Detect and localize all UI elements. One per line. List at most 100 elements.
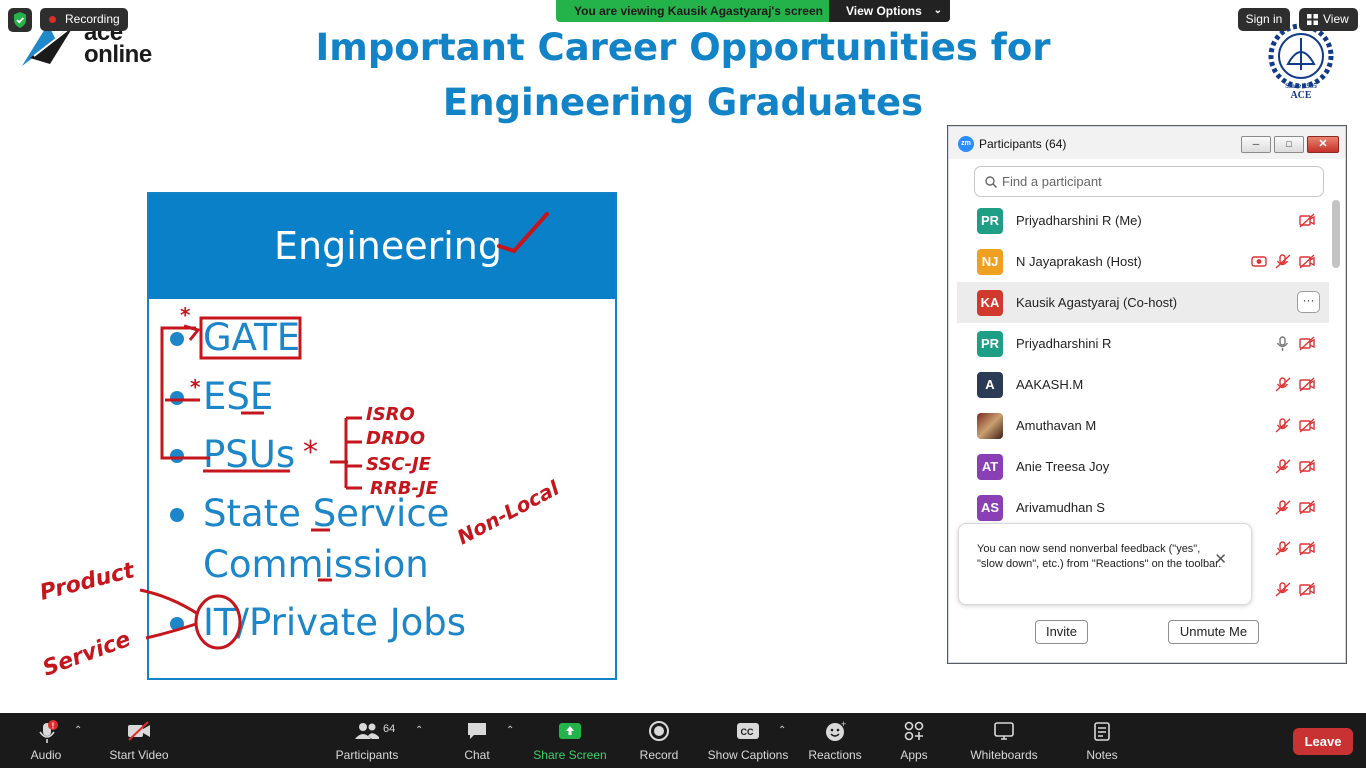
- video-off-icon[interactable]: [1298, 458, 1316, 475]
- bullet-dot: [170, 508, 184, 522]
- video-off-icon[interactable]: [1298, 212, 1316, 229]
- more-options-button[interactable]: ···: [1297, 291, 1320, 313]
- grid-view-icon: [1307, 14, 1318, 25]
- mic-muted-icon[interactable]: [1274, 253, 1292, 270]
- audio-button[interactable]: ! Audio: [22, 713, 70, 768]
- participant-row[interactable]: KA Kausik Agastyaraj (Co-host) ···: [957, 282, 1329, 323]
- share-screen-status-icon: [1251, 256, 1267, 267]
- participant-row[interactable]: NJ N Jayaprakash (Host): [957, 241, 1329, 282]
- whiteboard-icon: [994, 722, 1014, 740]
- panel-titlebar[interactable]: zm Participants (64) ─ □ ✕: [949, 127, 1345, 159]
- seal-abbr: ACE: [1290, 90, 1312, 101]
- record-button[interactable]: Record: [636, 713, 682, 768]
- meeting-toolbar: ! Audio ⌃ Start Video 64 Participants ⌃: [0, 713, 1366, 768]
- find-participant-input[interactable]: Find a participant: [974, 166, 1324, 197]
- participant-row[interactable]: Amuthavan M: [957, 405, 1329, 446]
- slide-title-line1: Important Career Opportunities for: [315, 26, 1051, 69]
- avatar: KA: [977, 290, 1003, 316]
- mic-icon[interactable]: [1274, 335, 1292, 352]
- notes-icon: [1094, 722, 1110, 741]
- avatar: AS: [977, 495, 1003, 521]
- record-icon: [649, 721, 669, 741]
- unmute-me-button[interactable]: Unmute Me: [1168, 620, 1259, 644]
- apps-label: Apps: [900, 748, 928, 762]
- bullet-ese: ESE: [170, 375, 274, 419]
- participant-row[interactable]: AT Anie Treesa Joy: [957, 446, 1329, 487]
- security-shield[interactable]: [8, 8, 32, 32]
- sign-in-button[interactable]: Sign in: [1238, 8, 1290, 31]
- record-label: Record: [639, 748, 679, 762]
- notes-button[interactable]: Notes: [1080, 713, 1124, 768]
- share-screen-button[interactable]: Share Screen: [532, 713, 608, 768]
- zoom-logo-icon: zm: [958, 136, 974, 152]
- participant-row[interactable]: PR Priyadharshini R: [957, 323, 1329, 364]
- search-placeholder: Find a participant: [1002, 174, 1102, 189]
- avatar: PR: [977, 331, 1003, 357]
- mic-muted-icon[interactable]: [1274, 458, 1292, 475]
- show-captions-button[interactable]: CC Show Captions: [706, 713, 790, 768]
- mic-muted-icon[interactable]: [1274, 581, 1292, 598]
- video-off-icon[interactable]: [1298, 376, 1316, 393]
- view-button[interactable]: View: [1299, 8, 1358, 31]
- tooltip-close-icon[interactable]: ✕: [1214, 552, 1227, 567]
- participant-name: Amuthavan M: [1016, 418, 1097, 433]
- chat-caret-icon[interactable]: ⌃: [506, 725, 514, 736]
- mic-muted-icon[interactable]: [1274, 540, 1292, 557]
- bullet-it-private: IT/Private Jobs: [170, 601, 466, 645]
- video-off-icon: [128, 721, 150, 741]
- participants-icon: [355, 723, 379, 739]
- share-screen-icon: [559, 723, 581, 739]
- participants-caret-icon[interactable]: ⌃: [415, 725, 423, 736]
- video-off-icon[interactable]: [1298, 253, 1316, 270]
- participant-name: Priyadharshini R (Me): [1016, 213, 1142, 228]
- seal-year: Since 1995: [1285, 82, 1317, 90]
- reactions-button[interactable]: + Reactions: [806, 713, 864, 768]
- participant-row[interactable]: AS Arivamudhan S: [957, 487, 1329, 528]
- video-off-icon[interactable]: [1298, 581, 1316, 598]
- avatar-photo: [977, 413, 1003, 439]
- video-off-icon[interactable]: [1298, 335, 1316, 352]
- captions-caret-icon[interactable]: ⌃: [778, 725, 786, 736]
- shield-check-icon: [14, 12, 26, 28]
- slide-title: Important Career Opportunities for Engin…: [300, 20, 1066, 130]
- participants-count: 64: [383, 723, 396, 735]
- scrollbar-thumb[interactable]: [1332, 200, 1340, 268]
- avatar: NJ: [977, 249, 1003, 275]
- participant-row[interactable]: PR Priyadharshini R (Me): [957, 200, 1329, 241]
- search-icon: [985, 176, 997, 188]
- invite-button[interactable]: Invite: [1035, 620, 1088, 644]
- participant-row[interactable]: A AAKASH.M: [957, 364, 1329, 405]
- participant-name: Anie Treesa Joy: [1016, 459, 1110, 474]
- bullet-dot: [170, 449, 184, 463]
- maximize-button[interactable]: □: [1274, 136, 1304, 153]
- bullet-text: ESE: [203, 375, 274, 418]
- mic-muted-icon[interactable]: [1274, 417, 1292, 434]
- start-video-button[interactable]: Start Video: [104, 713, 174, 768]
- close-button[interactable]: ✕: [1307, 136, 1339, 153]
- bullet-gate: GATE: [170, 316, 300, 360]
- leave-button[interactable]: Leave: [1293, 728, 1353, 755]
- mic-muted-icon[interactable]: [1274, 499, 1292, 516]
- minimize-button[interactable]: ─: [1241, 136, 1271, 153]
- chat-label: Chat: [464, 748, 490, 762]
- video-off-icon[interactable]: [1298, 417, 1316, 434]
- participant-scrollbar[interactable]: [1332, 200, 1340, 605]
- apps-button[interactable]: Apps: [896, 713, 932, 768]
- view-options-button[interactable]: View Options ⌄: [829, 0, 950, 22]
- bullet-text: PSUs: [203, 433, 296, 476]
- slide-title-line2: Engineering Graduates: [442, 81, 924, 124]
- chat-button[interactable]: Chat: [460, 713, 494, 768]
- svg-text:CC: CC: [741, 727, 754, 737]
- svg-text:!: !: [52, 721, 55, 730]
- whiteboards-button[interactable]: Whiteboards: [966, 713, 1042, 768]
- avatar: PR: [977, 208, 1003, 234]
- video-off-icon[interactable]: [1298, 499, 1316, 516]
- tooltip-text: You can now send nonverbal feedback ("ye…: [977, 543, 1222, 570]
- ace-logo-line2: online: [84, 41, 152, 68]
- video-off-icon[interactable]: [1298, 540, 1316, 557]
- closed-captions-icon: CC: [737, 723, 759, 739]
- recording-indicator[interactable]: Recording: [40, 8, 128, 31]
- mic-muted-icon[interactable]: [1274, 376, 1292, 393]
- participants-button[interactable]: 64 Participants: [332, 713, 402, 768]
- audio-caret-icon[interactable]: ⌃: [74, 725, 82, 736]
